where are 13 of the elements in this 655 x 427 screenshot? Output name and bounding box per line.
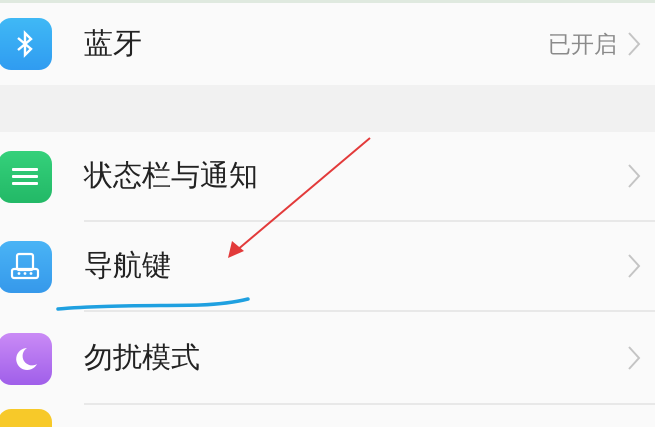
chevron-icon <box>627 163 641 189</box>
row-label: 勿扰模式 <box>84 338 201 376</box>
row-label: 状态栏与通知 <box>84 157 259 194</box>
row-label: 蓝牙 <box>84 25 143 62</box>
chevron-icon <box>627 344 641 370</box>
settings-row[interactable]: 导航键 <box>0 222 655 312</box>
settings-row[interactable]: 勿扰模式 <box>0 312 655 405</box>
row-value: 已开启 <box>548 30 617 60</box>
chevron-icon <box>627 31 641 57</box>
chevron-icon <box>627 253 641 279</box>
settings-row[interactable]: 蓝牙 已开启 <box>0 3 655 85</box>
row-label: 导航键 <box>84 247 172 284</box>
settings-row[interactable]: 状态栏与通知 <box>0 132 655 222</box>
